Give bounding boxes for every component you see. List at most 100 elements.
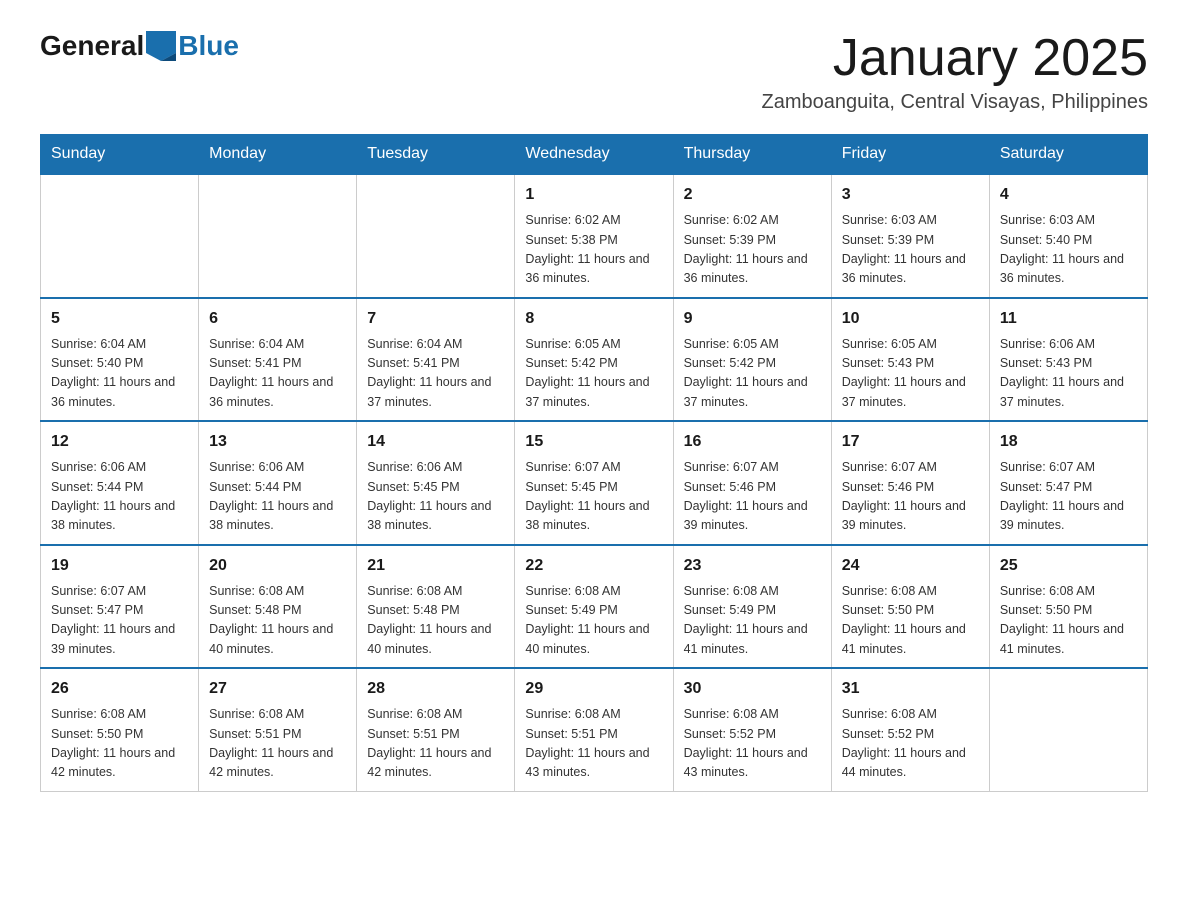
calendar-cell: 23Sunrise: 6:08 AM Sunset: 5:49 PM Dayli… [673,545,831,669]
month-title: January 2025 [761,30,1148,87]
day-info: Sunrise: 6:03 AM Sunset: 5:39 PM Dayligh… [842,211,979,289]
day-number: 15 [525,430,662,454]
day-number: 14 [367,430,504,454]
day-info: Sunrise: 6:02 AM Sunset: 5:38 PM Dayligh… [525,211,662,289]
day-number: 23 [684,554,821,578]
day-number: 19 [51,554,188,578]
header-row: SundayMondayTuesdayWednesdayThursdayFrid… [41,135,1148,175]
day-number: 18 [1000,430,1137,454]
day-info: Sunrise: 6:07 AM Sunset: 5:47 PM Dayligh… [1000,458,1137,536]
day-number: 4 [1000,183,1137,207]
logo-general: General [40,30,144,62]
calendar-week-3: 19 Sunrise: 6:07 AM Sunset: 5:47 PM Dayli… [41,545,1148,669]
calendar-week-1: 5Sunrise: 6:04 AM Sunset: 5:40 PM Daylig… [41,298,1148,422]
day-info: Sunrise: 6:06 AM Sunset: 5:44 PM Dayligh… [209,458,346,536]
day-info: Sunrise: 6:08 AM Sunset: 5:51 PM Dayligh… [525,705,662,783]
day-number: 10 [842,307,979,331]
day-number: 17 [842,430,979,454]
day-info: Sunrise: 6:07 AM Sunset: 5:46 PM Dayligh… [684,458,821,536]
day-number: 25 [1000,554,1137,578]
calendar-cell: 15 Sunrise: 6:07 AM Sunset: 5:45 PM Dayli… [515,421,673,545]
calendar-cell: 19 Sunrise: 6:07 AM Sunset: 5:47 PM Dayli… [41,545,199,669]
calendar-cell: 8 Sunrise: 6:05 AM Sunset: 5:42 PM Daylig… [515,298,673,422]
calendar-cell: 10 Sunrise: 6:05 AM Sunset: 5:43 PM Dayli… [831,298,989,422]
day-number: 3 [842,183,979,207]
calendar-cell: 30Sunrise: 6:08 AM Sunset: 5:52 PM Dayli… [673,668,831,791]
day-number: 16 [684,430,821,454]
calendar-cell: 16 Sunrise: 6:07 AM Sunset: 5:46 PM Dayli… [673,421,831,545]
day-info: Sunrise: 6:05 AM Sunset: 5:43 PM Dayligh… [842,335,979,413]
day-number: 8 [525,307,662,331]
day-info: Sunrise: 6:06 AM Sunset: 5:45 PM Dayligh… [367,458,504,536]
calendar-cell: 9 Sunrise: 6:05 AM Sunset: 5:42 PM Daylig… [673,298,831,422]
day-info: Sunrise: 6:04 AM Sunset: 5:41 PM Dayligh… [367,335,504,413]
calendar-cell: 3 Sunrise: 6:03 AM Sunset: 5:39 PM Daylig… [831,174,989,298]
day-number: 13 [209,430,346,454]
day-number: 28 [367,677,504,701]
logo-blue: Blue [178,30,239,62]
calendar-cell [989,668,1147,791]
calendar-cell: 21Sunrise: 6:08 AM Sunset: 5:48 PM Dayli… [357,545,515,669]
day-info: Sunrise: 6:08 AM Sunset: 5:52 PM Dayligh… [684,705,821,783]
calendar-cell: 20 Sunrise: 6:08 AM Sunset: 5:48 PM Dayli… [199,545,357,669]
day-info: Sunrise: 6:08 AM Sunset: 5:50 PM Dayligh… [51,705,188,783]
calendar-header: SundayMondayTuesdayWednesdayThursdayFrid… [41,135,1148,175]
calendar-cell: 29 Sunrise: 6:08 AM Sunset: 5:51 PM Dayli… [515,668,673,791]
calendar-cell: 18 Sunrise: 6:07 AM Sunset: 5:47 PM Dayli… [989,421,1147,545]
calendar-body: 1 Sunrise: 6:02 AM Sunset: 5:38 PM Daylig… [41,174,1148,791]
calendar-cell: 17 Sunrise: 6:07 AM Sunset: 5:46 PM Dayli… [831,421,989,545]
day-number: 22 [525,554,662,578]
calendar-cell: 28 Sunrise: 6:08 AM Sunset: 5:51 PM Dayli… [357,668,515,791]
calendar-cell: 25Sunrise: 6:08 AM Sunset: 5:50 PM Dayli… [989,545,1147,669]
header-cell-wednesday: Wednesday [515,135,673,175]
calendar-week-2: 12 Sunrise: 6:06 AM Sunset: 5:44 PM Dayli… [41,421,1148,545]
day-info: Sunrise: 6:08 AM Sunset: 5:48 PM Dayligh… [209,582,346,660]
day-info: Sunrise: 6:08 AM Sunset: 5:51 PM Dayligh… [367,705,504,783]
calendar-week-4: 26 Sunrise: 6:08 AM Sunset: 5:50 PM Dayli… [41,668,1148,791]
day-number: 29 [525,677,662,701]
calendar-cell: 26 Sunrise: 6:08 AM Sunset: 5:50 PM Dayli… [41,668,199,791]
day-number: 26 [51,677,188,701]
calendar-cell: 6Sunrise: 6:04 AM Sunset: 5:41 PM Daylig… [199,298,357,422]
day-info: Sunrise: 6:03 AM Sunset: 5:40 PM Dayligh… [1000,211,1137,289]
day-number: 1 [525,183,662,207]
calendar-week-0: 1 Sunrise: 6:02 AM Sunset: 5:38 PM Daylig… [41,174,1148,298]
header-cell-friday: Friday [831,135,989,175]
day-info: Sunrise: 6:04 AM Sunset: 5:40 PM Dayligh… [51,335,188,413]
day-info: Sunrise: 6:06 AM Sunset: 5:43 PM Dayligh… [1000,335,1137,413]
page-header: General Blue January 2025 Zamboanguita, … [40,30,1148,114]
title-section: January 2025 Zamboanguita, Central Visay… [761,30,1148,114]
header-cell-sunday: Sunday [41,135,199,175]
logo-icon [146,31,176,61]
calendar-cell: 31 Sunrise: 6:08 AM Sunset: 5:52 PM Dayli… [831,668,989,791]
calendar-cell: 12Sunrise: 6:06 AM Sunset: 5:44 PM Dayli… [41,421,199,545]
day-info: Sunrise: 6:07 AM Sunset: 5:47 PM Dayligh… [51,582,188,660]
day-number: 31 [842,677,979,701]
day-info: Sunrise: 6:08 AM Sunset: 5:52 PM Dayligh… [842,705,979,783]
calendar-cell: 5Sunrise: 6:04 AM Sunset: 5:40 PM Daylig… [41,298,199,422]
day-info: Sunrise: 6:05 AM Sunset: 5:42 PM Dayligh… [684,335,821,413]
header-cell-tuesday: Tuesday [357,135,515,175]
day-number: 21 [367,554,504,578]
day-number: 9 [684,307,821,331]
day-number: 12 [51,430,188,454]
day-number: 2 [684,183,821,207]
day-info: Sunrise: 6:05 AM Sunset: 5:42 PM Dayligh… [525,335,662,413]
day-number: 6 [209,307,346,331]
day-number: 27 [209,677,346,701]
day-info: Sunrise: 6:07 AM Sunset: 5:45 PM Dayligh… [525,458,662,536]
day-number: 20 [209,554,346,578]
day-info: Sunrise: 6:08 AM Sunset: 5:51 PM Dayligh… [209,705,346,783]
calendar-cell: 22Sunrise: 6:08 AM Sunset: 5:49 PM Dayli… [515,545,673,669]
calendar-cell: 27 Sunrise: 6:08 AM Sunset: 5:51 PM Dayli… [199,668,357,791]
day-info: Sunrise: 6:07 AM Sunset: 5:46 PM Dayligh… [842,458,979,536]
calendar-table: SundayMondayTuesdayWednesdayThursdayFrid… [40,134,1148,792]
day-number: 11 [1000,307,1137,331]
day-info: Sunrise: 6:02 AM Sunset: 5:39 PM Dayligh… [684,211,821,289]
calendar-cell [41,174,199,298]
calendar-cell: 24Sunrise: 6:08 AM Sunset: 5:50 PM Dayli… [831,545,989,669]
day-number: 7 [367,307,504,331]
calendar-cell: 1 Sunrise: 6:02 AM Sunset: 5:38 PM Daylig… [515,174,673,298]
calendar-cell: 13 Sunrise: 6:06 AM Sunset: 5:44 PM Dayli… [199,421,357,545]
logo: General Blue [40,30,239,62]
